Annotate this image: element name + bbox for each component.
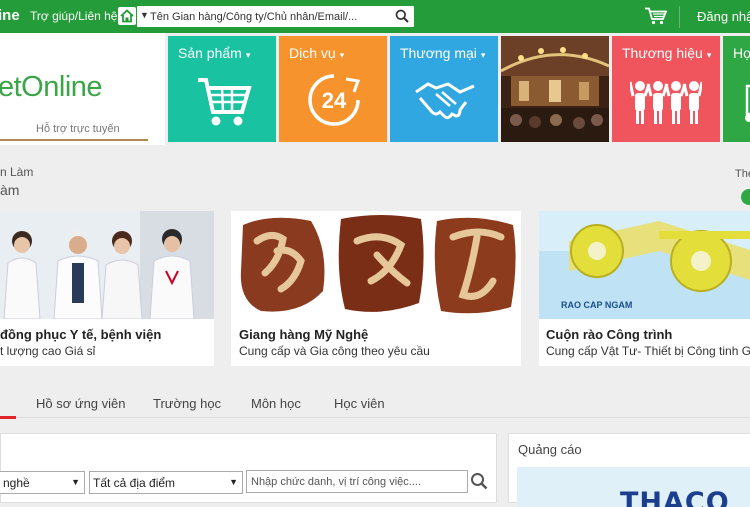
category-title-line1: n Làm	[0, 165, 34, 179]
svg-text:24: 24	[322, 88, 347, 113]
ad-brand-logo: THACO	[620, 487, 730, 507]
tab-students[interactable]: Học viên	[334, 396, 385, 411]
career-select[interactable]: nghề ▼	[0, 471, 85, 494]
topbar-divider	[679, 6, 680, 28]
people-icon	[630, 81, 702, 124]
ads-title: Quảng cáo	[518, 442, 582, 457]
tab-schools[interactable]: Trường học	[153, 396, 221, 411]
tile-products[interactable]: Sản phẩm ▾	[168, 36, 276, 142]
brand-name[interactable]: ine	[0, 7, 20, 24]
tile-services-label: Dịch vụ ▾	[289, 45, 345, 61]
category-title-line2: àm	[0, 182, 20, 198]
location-select[interactable]: Tất cả địa điểm ▼	[89, 471, 243, 494]
job-keyword-field	[246, 470, 468, 493]
tile-more-label: Họ	[733, 45, 750, 61]
active-tab-indicator	[0, 416, 16, 419]
search-scope-dropdown-icon[interactable]: ▼	[140, 10, 149, 20]
top-nav-bar: ine Trợ giúp/Liên hệ ▼ Đăng nhập	[0, 0, 750, 33]
help-contact-link[interactable]: Trợ giúp/Liên hệ	[30, 9, 117, 23]
card-subtitle: Cung cấp Vật Tư- Thiết bị Công tinh G	[546, 344, 750, 358]
site-logo[interactable]: etOnline	[0, 71, 103, 104]
ad-banner[interactable]: THACO	[517, 467, 750, 507]
tile-brands-label: Thương hiệu ▾	[622, 45, 712, 61]
card-image-wood-craft	[231, 211, 521, 319]
category-right-label: Thé	[735, 168, 750, 180]
ads-panel: Quảng cáo THACO	[508, 433, 750, 507]
product-card[interactable]: RAO CAP NGAM Cuộn rào Công trình Cung cấ…	[539, 211, 750, 366]
card-image-warning-tape: RAO CAP NGAM	[539, 211, 750, 319]
card-subtitle: t lượng cao Giá sỉ	[0, 344, 96, 358]
header-search-input[interactable]	[150, 8, 390, 25]
job-keyword-input[interactable]	[251, 474, 463, 490]
tile-commerce-label: Thương mại ▾	[400, 45, 486, 61]
login-link[interactable]: Đăng nhập	[697, 9, 750, 24]
search-icon[interactable]	[395, 9, 409, 28]
logo-area: etOnline Hỗ trợ trực tuyến	[0, 33, 165, 145]
header-search-box: ▼	[137, 6, 414, 27]
card-title[interactable]: Cuộn rào Công trình	[546, 327, 672, 342]
carousel-photo	[501, 36, 609, 142]
logo-underline	[0, 139, 148, 141]
tile-commerce[interactable]: Thương mại ▾	[390, 36, 498, 142]
online-support-link[interactable]: Hỗ trợ trực tuyến	[36, 123, 120, 135]
category-toggle[interactable]	[741, 189, 750, 205]
tile-products-label: Sản phẩm ▾	[178, 45, 251, 61]
home-icon[interactable]	[118, 7, 136, 25]
job-search-icon[interactable]	[470, 472, 488, 495]
tile-featured-photo[interactable]	[501, 36, 609, 142]
board-icon	[745, 84, 750, 122]
tile-services[interactable]: Dịch vụ ▾ 24	[279, 36, 387, 142]
card-subtitle: Cung cấp và Gia công theo yêu cầu	[239, 344, 430, 358]
job-tabs: Hồ sơ ứng viên Trường học Môn học Học vi…	[0, 388, 750, 418]
cart-icon[interactable]	[645, 7, 668, 30]
card-image-caption: RAO CAP NGAM	[561, 300, 633, 310]
handshake-icon	[415, 82, 475, 120]
tile-more[interactable]: Họ	[723, 36, 750, 142]
cart-icon	[198, 78, 252, 126]
tile-brands[interactable]: Thương hiệu ▾	[612, 36, 720, 142]
card-title[interactable]: đồng phục Y tế, bệnh viện	[0, 327, 161, 342]
chevron-down-icon: ▼	[71, 477, 80, 487]
card-title[interactable]: Giang hàng Mỹ Nghệ	[239, 327, 368, 342]
clock-24-icon: 24	[308, 74, 361, 126]
product-card[interactable]: đồng phục Y tế, bệnh viện t lượng cao Gi…	[0, 211, 214, 366]
product-card[interactable]: Giang hàng Mỹ Nghệ Cung cấp và Gia công …	[231, 211, 521, 366]
tab-candidate-profiles[interactable]: Hồ sơ ứng viên	[36, 396, 126, 411]
tab-subjects[interactable]: Môn học	[251, 396, 301, 411]
chevron-down-icon: ▼	[229, 477, 238, 487]
card-image-medical-uniform	[0, 211, 214, 319]
